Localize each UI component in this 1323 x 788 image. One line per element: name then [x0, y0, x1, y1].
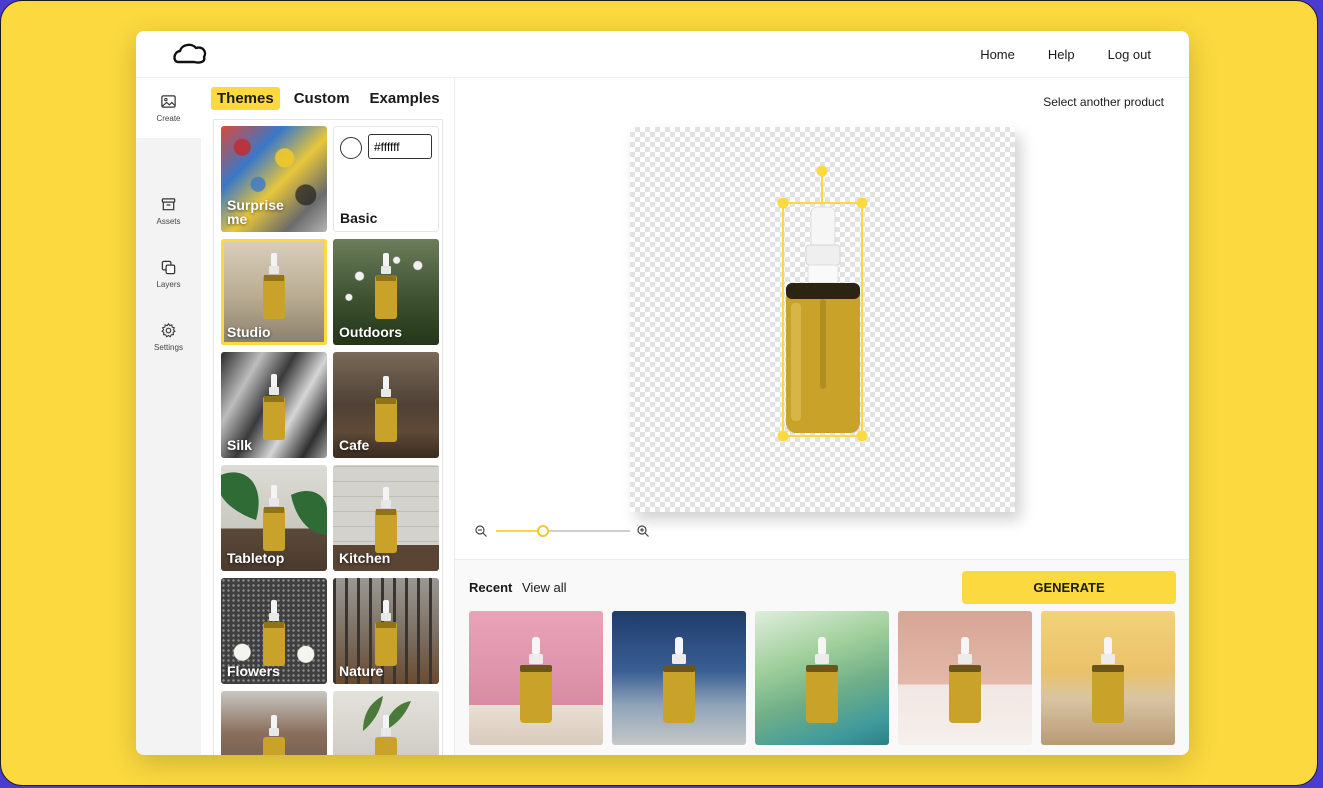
recent-result-pink[interactable] [469, 611, 603, 745]
theme-tile-nature[interactable]: Nature [333, 578, 439, 684]
zoom-slider-knob[interactable] [536, 525, 549, 537]
rotate-handle[interactable] [816, 165, 828, 177]
theme-label: Kitchen [339, 550, 391, 566]
zoom-slider-fill [496, 530, 543, 532]
theme-label: Nature [339, 663, 384, 679]
recent-result-blue[interactable] [612, 611, 746, 745]
hex-color-input[interactable] [368, 134, 432, 159]
bottle-image [375, 376, 397, 442]
theme-label: Basic [340, 210, 378, 226]
generate-button[interactable]: GENERATE [962, 571, 1176, 604]
theme-tile-cafe[interactable]: Cafe [333, 352, 439, 458]
app-window: Home Help Log out Create Assets Layers S… [136, 31, 1189, 755]
theme-label: Silk [227, 437, 252, 453]
rail-label-assets: Assets [156, 217, 181, 226]
top-bar: Home Help Log out [136, 31, 1189, 78]
rail-item-create[interactable]: Create [136, 78, 201, 138]
product-canvas[interactable] [630, 127, 1015, 512]
theme-label: Flowers [227, 663, 280, 679]
theme-tile-silk[interactable]: Silk [221, 352, 327, 458]
rail-item-assets[interactable]: Assets [136, 181, 201, 241]
layers-icon [161, 260, 176, 275]
rail-item-settings[interactable]: Settings [136, 307, 201, 367]
theme-tile-surprise-me[interactable]: Surprise me [221, 126, 327, 232]
theme-tile-outdoors[interactable]: Outdoors [333, 239, 439, 345]
resize-handle-bottom-left[interactable] [777, 430, 789, 442]
top-nav: Home Help Log out [980, 47, 1151, 62]
bottle-image [263, 374, 285, 440]
bottle-image [263, 485, 285, 551]
bottle-image [949, 637, 981, 723]
bottle-image [375, 487, 397, 553]
theme-tile-tabletop[interactable]: Tabletop [221, 465, 327, 571]
theme-tile-people[interactable] [221, 691, 327, 755]
bottle-image [806, 637, 838, 723]
recent-result-peach[interactable] [898, 611, 1032, 745]
recent-title: Recent [469, 580, 513, 595]
view-all-link[interactable]: View all [522, 580, 567, 595]
bottle-image [263, 253, 285, 319]
theme-tile-plants[interactable] [333, 691, 439, 755]
theme-tile-kitchen[interactable]: Kitchen [333, 465, 439, 571]
theme-label: Cafe [339, 437, 370, 453]
bottle-image [375, 253, 397, 319]
serum-bottle-image [786, 206, 860, 433]
rail-item-layers[interactable]: Layers [136, 244, 201, 304]
themes-panel: Themes Custom Examples Surprise me Basic [201, 78, 455, 755]
color-swatch[interactable] [340, 137, 362, 159]
nav-logout-link[interactable]: Log out [1108, 47, 1151, 62]
theme-label: Tabletop [227, 550, 285, 566]
theme-label: Surprise me [227, 197, 284, 227]
tab-custom[interactable]: Custom [288, 87, 356, 110]
zoom-out-icon[interactable] [474, 524, 488, 538]
recent-result-green[interactable] [755, 611, 889, 745]
bottle-image [263, 715, 285, 755]
image-icon [161, 95, 176, 108]
theme-tile-basic[interactable]: Basic [333, 126, 439, 232]
nav-help-link[interactable]: Help [1048, 47, 1075, 62]
archive-icon [161, 198, 176, 211]
logo-icon[interactable] [172, 42, 208, 66]
product-layer[interactable] [630, 127, 1015, 512]
bottle-image [663, 637, 695, 723]
theme-tile-studio[interactable]: Studio [221, 239, 327, 345]
rail-label-settings: Settings [154, 343, 183, 352]
resize-handle-top-left[interactable] [777, 197, 789, 209]
theme-grid: Surprise me Basic Studio [213, 119, 443, 755]
rail-label-create: Create [156, 114, 181, 123]
theme-label: Studio [227, 324, 271, 340]
recent-result-sand[interactable] [1041, 611, 1175, 745]
theme-label: Outdoors [339, 324, 402, 340]
resize-handle-bottom-right[interactable] [856, 430, 868, 442]
theme-tabs: Themes Custom Examples [211, 87, 446, 110]
recent-panel: Recent View all GENERATE [455, 559, 1189, 755]
select-another-product-link[interactable]: Select another product [1043, 95, 1164, 109]
bottle-image [375, 600, 397, 666]
tab-examples[interactable]: Examples [364, 87, 446, 110]
theme-tile-flowers[interactable]: Flowers [221, 578, 327, 684]
resize-handle-top-right[interactable] [856, 197, 868, 209]
zoom-control [474, 521, 654, 541]
left-rail: Create Assets Layers Settings [136, 78, 201, 755]
tab-themes[interactable]: Themes [211, 87, 280, 110]
rail-label-layers: Layers [156, 280, 181, 289]
bottle-image [520, 637, 552, 723]
bottle-image [1092, 637, 1124, 723]
gear-icon [161, 323, 176, 338]
bottle-image [375, 715, 397, 755]
zoom-in-icon[interactable] [636, 524, 650, 538]
nav-home-link[interactable]: Home [980, 47, 1015, 62]
bottle-image [263, 600, 285, 666]
